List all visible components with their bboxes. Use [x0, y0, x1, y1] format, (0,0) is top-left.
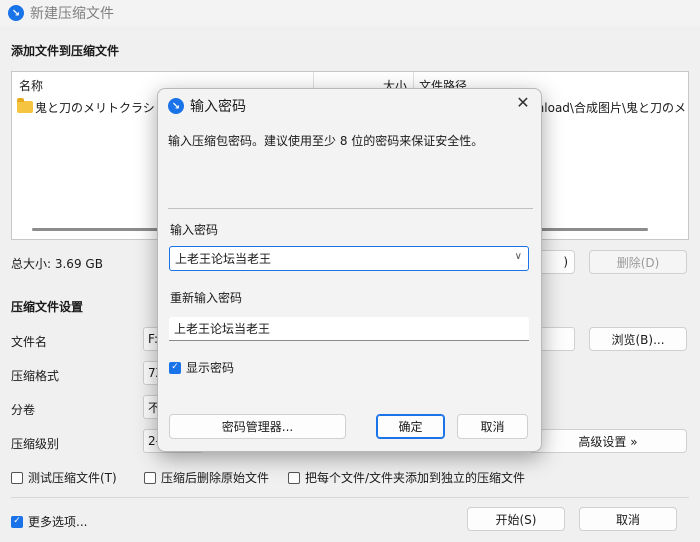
checkbox-label: 更多选项...: [28, 515, 88, 529]
cancel-button[interactable]: 取消: [579, 507, 677, 531]
password-manager-button[interactable]: 密码管理器...: [169, 414, 346, 439]
level-label: 压缩级别: [11, 437, 60, 451]
password-combobox[interactable]: 上老王论坛当老王 ∨: [169, 246, 529, 271]
dialog-description: 输入压缩包密码。建议使用至少 8 位的密码来保证安全性。: [168, 134, 484, 148]
window-title: 新建压缩文件: [30, 6, 114, 22]
total-size: 总大小: 3.69 GB: [11, 257, 103, 271]
dialog-title: 输入密码: [190, 99, 246, 115]
checkbox-checked-icon: ✓: [169, 361, 181, 374]
checkbox-icon: [11, 471, 23, 484]
file-path: nload\合成图片\鬼と刀のメ: [536, 100, 686, 115]
password-dialog: ↘ 输入密码 ✕ 输入压缩包密码。建议使用至少 8 位的密码来保证安全性。 输入…: [157, 88, 542, 452]
checkbox-icon: [144, 471, 156, 484]
start-button[interactable]: 开始(S): [467, 507, 565, 531]
password-value: 上老王论坛当老王: [175, 252, 272, 266]
browse-button[interactable]: 浏览(B)...: [589, 327, 687, 351]
checkbox-checked-icon: ✓: [11, 515, 23, 528]
volume-label: 分卷: [11, 403, 36, 417]
checkbox-label: 显示密码: [186, 361, 235, 375]
add-section-title: 添加文件到压缩文件: [11, 44, 120, 58]
checkbox-icon: [288, 471, 300, 484]
title-bar: ↘ 新建压缩文件: [0, 0, 700, 26]
format-label: 压缩格式: [11, 369, 60, 383]
app-logo-icon: ↘: [8, 5, 24, 21]
confirm-password-label: 重新输入密码: [170, 291, 243, 305]
checkbox-label: 测试压缩文件(T): [28, 471, 117, 485]
folder-icon: [17, 98, 33, 113]
confirm-password-input[interactable]: 上老王论坛当老王: [169, 317, 529, 341]
file-name: 鬼と刀のメリトクラシ: [35, 100, 155, 115]
chevron-down-icon[interactable]: ∨: [515, 251, 522, 262]
separate-archives-checkbox[interactable]: 把每个文件/文件夹添加到独立的压缩文件: [288, 469, 525, 486]
divider: [168, 208, 533, 209]
advanced-settings-button[interactable]: 高级设置 »: [529, 429, 687, 453]
delete-source-checkbox[interactable]: 压缩后删除原始文件: [144, 469, 269, 486]
app-logo-icon: ↘: [168, 98, 184, 114]
more-options-checkbox[interactable]: ✓ 更多选项...: [11, 513, 87, 530]
column-name[interactable]: 名称: [19, 77, 43, 94]
test-archive-checkbox[interactable]: 测试压缩文件(T): [11, 469, 117, 486]
checkbox-label: 压缩后删除原始文件: [161, 471, 270, 485]
divider: [11, 497, 689, 498]
settings-title: 压缩文件设置: [11, 300, 84, 314]
close-icon[interactable]: ✕: [515, 95, 531, 111]
delete-button[interactable]: 删除(D): [589, 250, 687, 274]
password-label: 输入密码: [170, 223, 219, 237]
show-password-checkbox[interactable]: ✓ 显示密码: [169, 359, 234, 376]
ok-button[interactable]: 确定: [376, 414, 445, 439]
dialog-title-bar: ↘ 输入密码: [168, 96, 246, 116]
checkbox-label: 把每个文件/文件夹添加到独立的压缩文件: [305, 471, 526, 485]
dialog-cancel-button[interactable]: 取消: [457, 414, 528, 439]
filename-label: 文件名: [11, 335, 48, 349]
